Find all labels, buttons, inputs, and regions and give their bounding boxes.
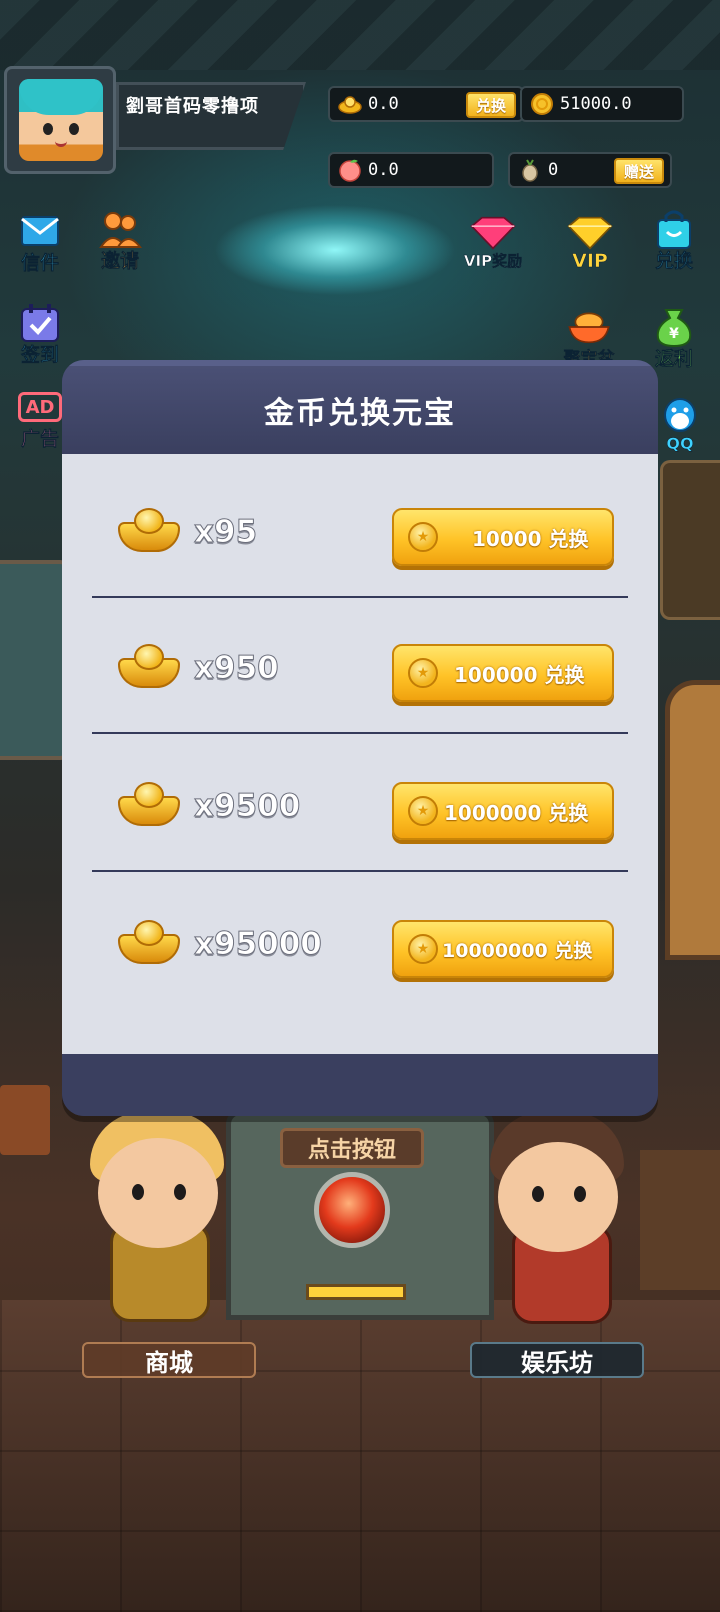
row-divider <box>92 870 628 872</box>
big-red-button[interactable] <box>314 1172 390 1248</box>
exchange-button[interactable]: ★ 100000 兑换 <box>392 644 614 702</box>
click-button-sign: 点击按钮 <box>280 1128 424 1168</box>
peach-value: 0.0 <box>368 160 399 180</box>
exchange-shop-label: 兑换 <box>654 250 694 273</box>
yuanbao-icon <box>338 93 362 115</box>
checkin-label: 签到 <box>20 344 60 367</box>
yuanbao-quantity: x95000 <box>194 926 323 963</box>
item-value: 0 <box>548 160 559 180</box>
exchange-row: x9500 ★ 1000000 兑换 <box>62 736 658 872</box>
gift-button[interactable]: 赠送 <box>614 158 665 184</box>
coin-slot <box>306 1284 406 1300</box>
gold-coin-icon: ★ <box>408 796 438 826</box>
background-left-screen <box>0 560 70 760</box>
rebate-button[interactable]: ¥ 返利 <box>642 304 706 371</box>
row-divider <box>92 732 628 734</box>
ad-badge-icon: AD <box>18 392 62 422</box>
yuanbao-exchange-button[interactable]: 兑换 <box>466 92 517 118</box>
peach-balance: 0.0 <box>328 152 494 188</box>
exchange-row: x950 ★ 100000 兑换 <box>62 598 658 734</box>
invite-label: 邀请 <box>100 250 140 273</box>
yuanbao-ingot-icon <box>118 782 180 826</box>
exchange-button[interactable]: ★ 1000000 兑换 <box>392 782 614 840</box>
background-left-crate <box>0 1085 50 1155</box>
gold-coin-icon: ★ <box>408 934 438 964</box>
background-right-panel <box>660 460 720 620</box>
yuanbao-ingot-icon <box>118 920 180 964</box>
exchange-button[interactable]: ★ 10000000 兑换 <box>392 920 614 978</box>
avatar[interactable] <box>19 79 103 161</box>
yuanbao-ingot-icon <box>118 508 180 552</box>
right-character[interactable] <box>468 1112 658 1372</box>
yuanbao-quantity: x95 <box>193 514 258 551</box>
dialog-title: 金币兑换元宝 <box>264 396 456 431</box>
invite-button[interactable]: 邀请 <box>88 206 152 273</box>
dialog-body: x95 ★ 10000 兑换 x950 ★ 100000 兑换 x9500 ★ … <box>62 454 658 1054</box>
exchange-row: x95 ★ 10000 兑换 <box>62 462 658 598</box>
qq-button[interactable]: QQ <box>650 394 710 453</box>
yuanbao-quantity: x9500 <box>193 788 301 825</box>
yuanbao-value: 0.0 <box>368 94 399 114</box>
vip-reward-label: VIP奖励 <box>463 252 523 271</box>
checkin-button[interactable]: 签到 <box>8 300 72 367</box>
qq-label: QQ <box>666 434 694 454</box>
exchange-button-label: 1000000 兑换 <box>444 800 589 825</box>
avatar-frame[interactable] <box>4 66 116 174</box>
exchange-shop-button[interactable]: 兑换 <box>642 206 706 273</box>
gold-coin-icon <box>530 93 554 115</box>
entertainment-button[interactable]: 娱乐坊 <box>470 1342 644 1378</box>
seed-icon <box>518 159 542 182</box>
background-right-door <box>665 680 720 960</box>
exchange-button-label: 100000 兑换 <box>454 662 585 687</box>
peach-icon <box>338 159 362 182</box>
gold-balance: 51000.0 <box>520 86 684 122</box>
exchange-dialog: 金币兑换元宝 x95 ★ 10000 兑换 x950 ★ 100000 兑换 x… <box>62 360 658 1116</box>
exchange-row: x95000 ★ 10000000 兑换 <box>62 874 658 1010</box>
exchange-button-label: 10000 兑换 <box>472 526 589 551</box>
left-character[interactable] <box>70 1112 260 1372</box>
gold-coin-icon: ★ <box>408 658 438 688</box>
yuanbao-quantity: x950 <box>194 650 280 687</box>
exchange-button-label: 10000000 兑换 <box>442 939 593 962</box>
shop-button[interactable]: 商城 <box>82 1342 256 1378</box>
dialog-header: 金币兑换元宝 <box>62 360 658 454</box>
vip-button[interactable]: VIP <box>558 210 622 272</box>
svg-text:¥: ¥ <box>669 326 679 342</box>
player-name: 劉哥首码零撸项 <box>126 96 259 117</box>
vip-reward-button[interactable]: VIP奖励 <box>458 210 528 271</box>
exchange-button[interactable]: ★ 10000 兑换 <box>392 508 614 566</box>
gold-coin-icon: ★ <box>408 522 438 552</box>
gold-value: 51000.0 <box>560 94 632 114</box>
top-banner-background <box>0 0 720 70</box>
yuanbao-ingot-icon <box>118 644 180 688</box>
vip-label: VIP <box>572 250 608 273</box>
mail-button[interactable]: 信件 <box>8 208 72 275</box>
dialog-footer <box>62 1054 658 1116</box>
mail-label: 信件 <box>20 252 60 275</box>
